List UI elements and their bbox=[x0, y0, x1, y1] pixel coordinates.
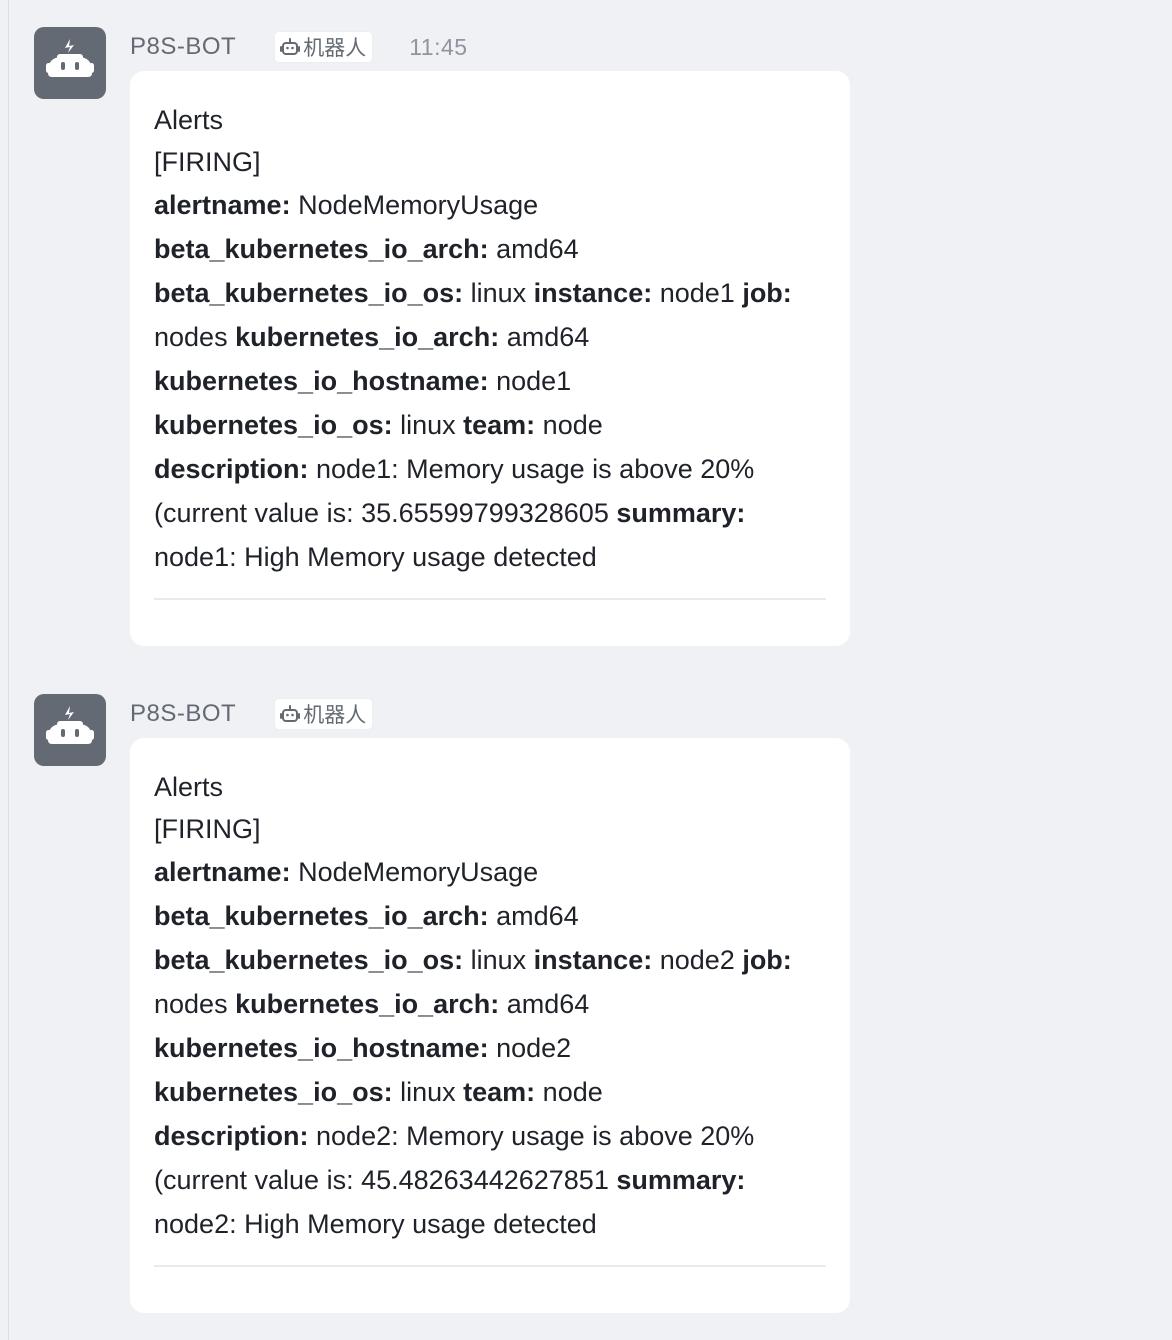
alert-status: [FIRING] bbox=[154, 814, 261, 844]
alert-body: alertname: NodeMemoryUsage beta_kubernete… bbox=[154, 183, 826, 579]
card-title: Alerts bbox=[154, 772, 224, 802]
field-key: description: bbox=[154, 454, 309, 484]
field-value: linux bbox=[463, 278, 534, 308]
field-value: node bbox=[535, 1077, 603, 1107]
field-value: node1 bbox=[488, 366, 572, 396]
message-header: P8S-BOT 机器人 11:45 bbox=[130, 31, 468, 63]
field-value: amd64 bbox=[499, 989, 590, 1019]
field-key: beta_kubernetes_io_os: bbox=[154, 278, 464, 308]
field-value: node bbox=[535, 410, 603, 440]
field-value: node2 bbox=[488, 1033, 572, 1063]
field-key: job: bbox=[742, 278, 792, 308]
sender-name[interactable]: P8S-BOT bbox=[130, 33, 236, 61]
card-title: Alerts bbox=[154, 105, 224, 135]
field-key: beta_kubernetes_io_os: bbox=[154, 945, 464, 975]
field-key: kubernetes_io_hostname: bbox=[154, 366, 489, 396]
field-key: beta_kubernetes_io_arch: bbox=[154, 234, 489, 264]
field-value: NodeMemoryUsage bbox=[290, 857, 539, 887]
bot-badge-label: 机器人 bbox=[303, 37, 367, 60]
field-value: node1 bbox=[652, 278, 743, 308]
field-key: instance: bbox=[533, 945, 653, 975]
field-value: node1: High Memory usage detected bbox=[154, 542, 597, 572]
field-key: kubernetes_io_hostname: bbox=[154, 1033, 489, 1063]
field-value: NodeMemoryUsage bbox=[290, 190, 539, 220]
bot-badge: 机器人 bbox=[274, 31, 374, 63]
field-key: description: bbox=[154, 1121, 309, 1151]
bot-avatar[interactable] bbox=[34, 694, 106, 766]
field-value: amd64 bbox=[488, 901, 579, 931]
bot-badge: 机器人 bbox=[274, 698, 374, 730]
field-value: node2: High Memory usage detected bbox=[154, 1209, 597, 1239]
field-key: kubernetes_io_os: bbox=[154, 410, 393, 440]
message-header: P8S-BOT 机器人 bbox=[130, 698, 374, 730]
message-card: Alerts [FIRING] alertname: NodeMemoryUsa… bbox=[130, 71, 850, 646]
field-key: summary: bbox=[616, 1165, 746, 1195]
bot-avatar[interactable] bbox=[34, 27, 106, 99]
chat-left-border bbox=[8, 0, 9, 1340]
message-timestamp: 11:45 bbox=[409, 33, 468, 60]
bot-badge-label: 机器人 bbox=[303, 704, 367, 727]
alert-status: [FIRING] bbox=[154, 147, 261, 177]
sender-name[interactable]: P8S-BOT bbox=[130, 700, 236, 728]
field-key: summary: bbox=[616, 498, 746, 528]
robot-icon bbox=[280, 38, 301, 55]
field-value: nodes bbox=[154, 322, 236, 352]
field-key: kubernetes_io_os: bbox=[154, 1077, 393, 1107]
field-value: linux bbox=[392, 410, 464, 440]
robot-icon bbox=[46, 706, 94, 744]
field-value: amd64 bbox=[488, 234, 579, 264]
field-key: instance: bbox=[533, 278, 653, 308]
robot-icon bbox=[280, 705, 301, 722]
field-key: team: bbox=[463, 1077, 536, 1107]
field-key: kubernetes_io_arch: bbox=[235, 989, 500, 1019]
robot-icon bbox=[46, 39, 94, 77]
field-key: team: bbox=[463, 410, 536, 440]
field-value: amd64 bbox=[499, 322, 590, 352]
field-value: linux bbox=[463, 945, 534, 975]
alert-body: alertname: NodeMemoryUsage beta_kubernete… bbox=[154, 850, 826, 1246]
field-value: linux bbox=[392, 1077, 464, 1107]
field-key: job: bbox=[742, 945, 792, 975]
message-card: Alerts [FIRING] alertname: NodeMemoryUsa… bbox=[130, 738, 850, 1313]
field-value: nodes bbox=[154, 989, 236, 1019]
field-key: alertname: bbox=[154, 190, 291, 220]
field-key: beta_kubernetes_io_arch: bbox=[154, 901, 489, 931]
field-key: alertname: bbox=[154, 857, 291, 887]
field-value: node2 bbox=[652, 945, 743, 975]
field-key: kubernetes_io_arch: bbox=[235, 322, 500, 352]
